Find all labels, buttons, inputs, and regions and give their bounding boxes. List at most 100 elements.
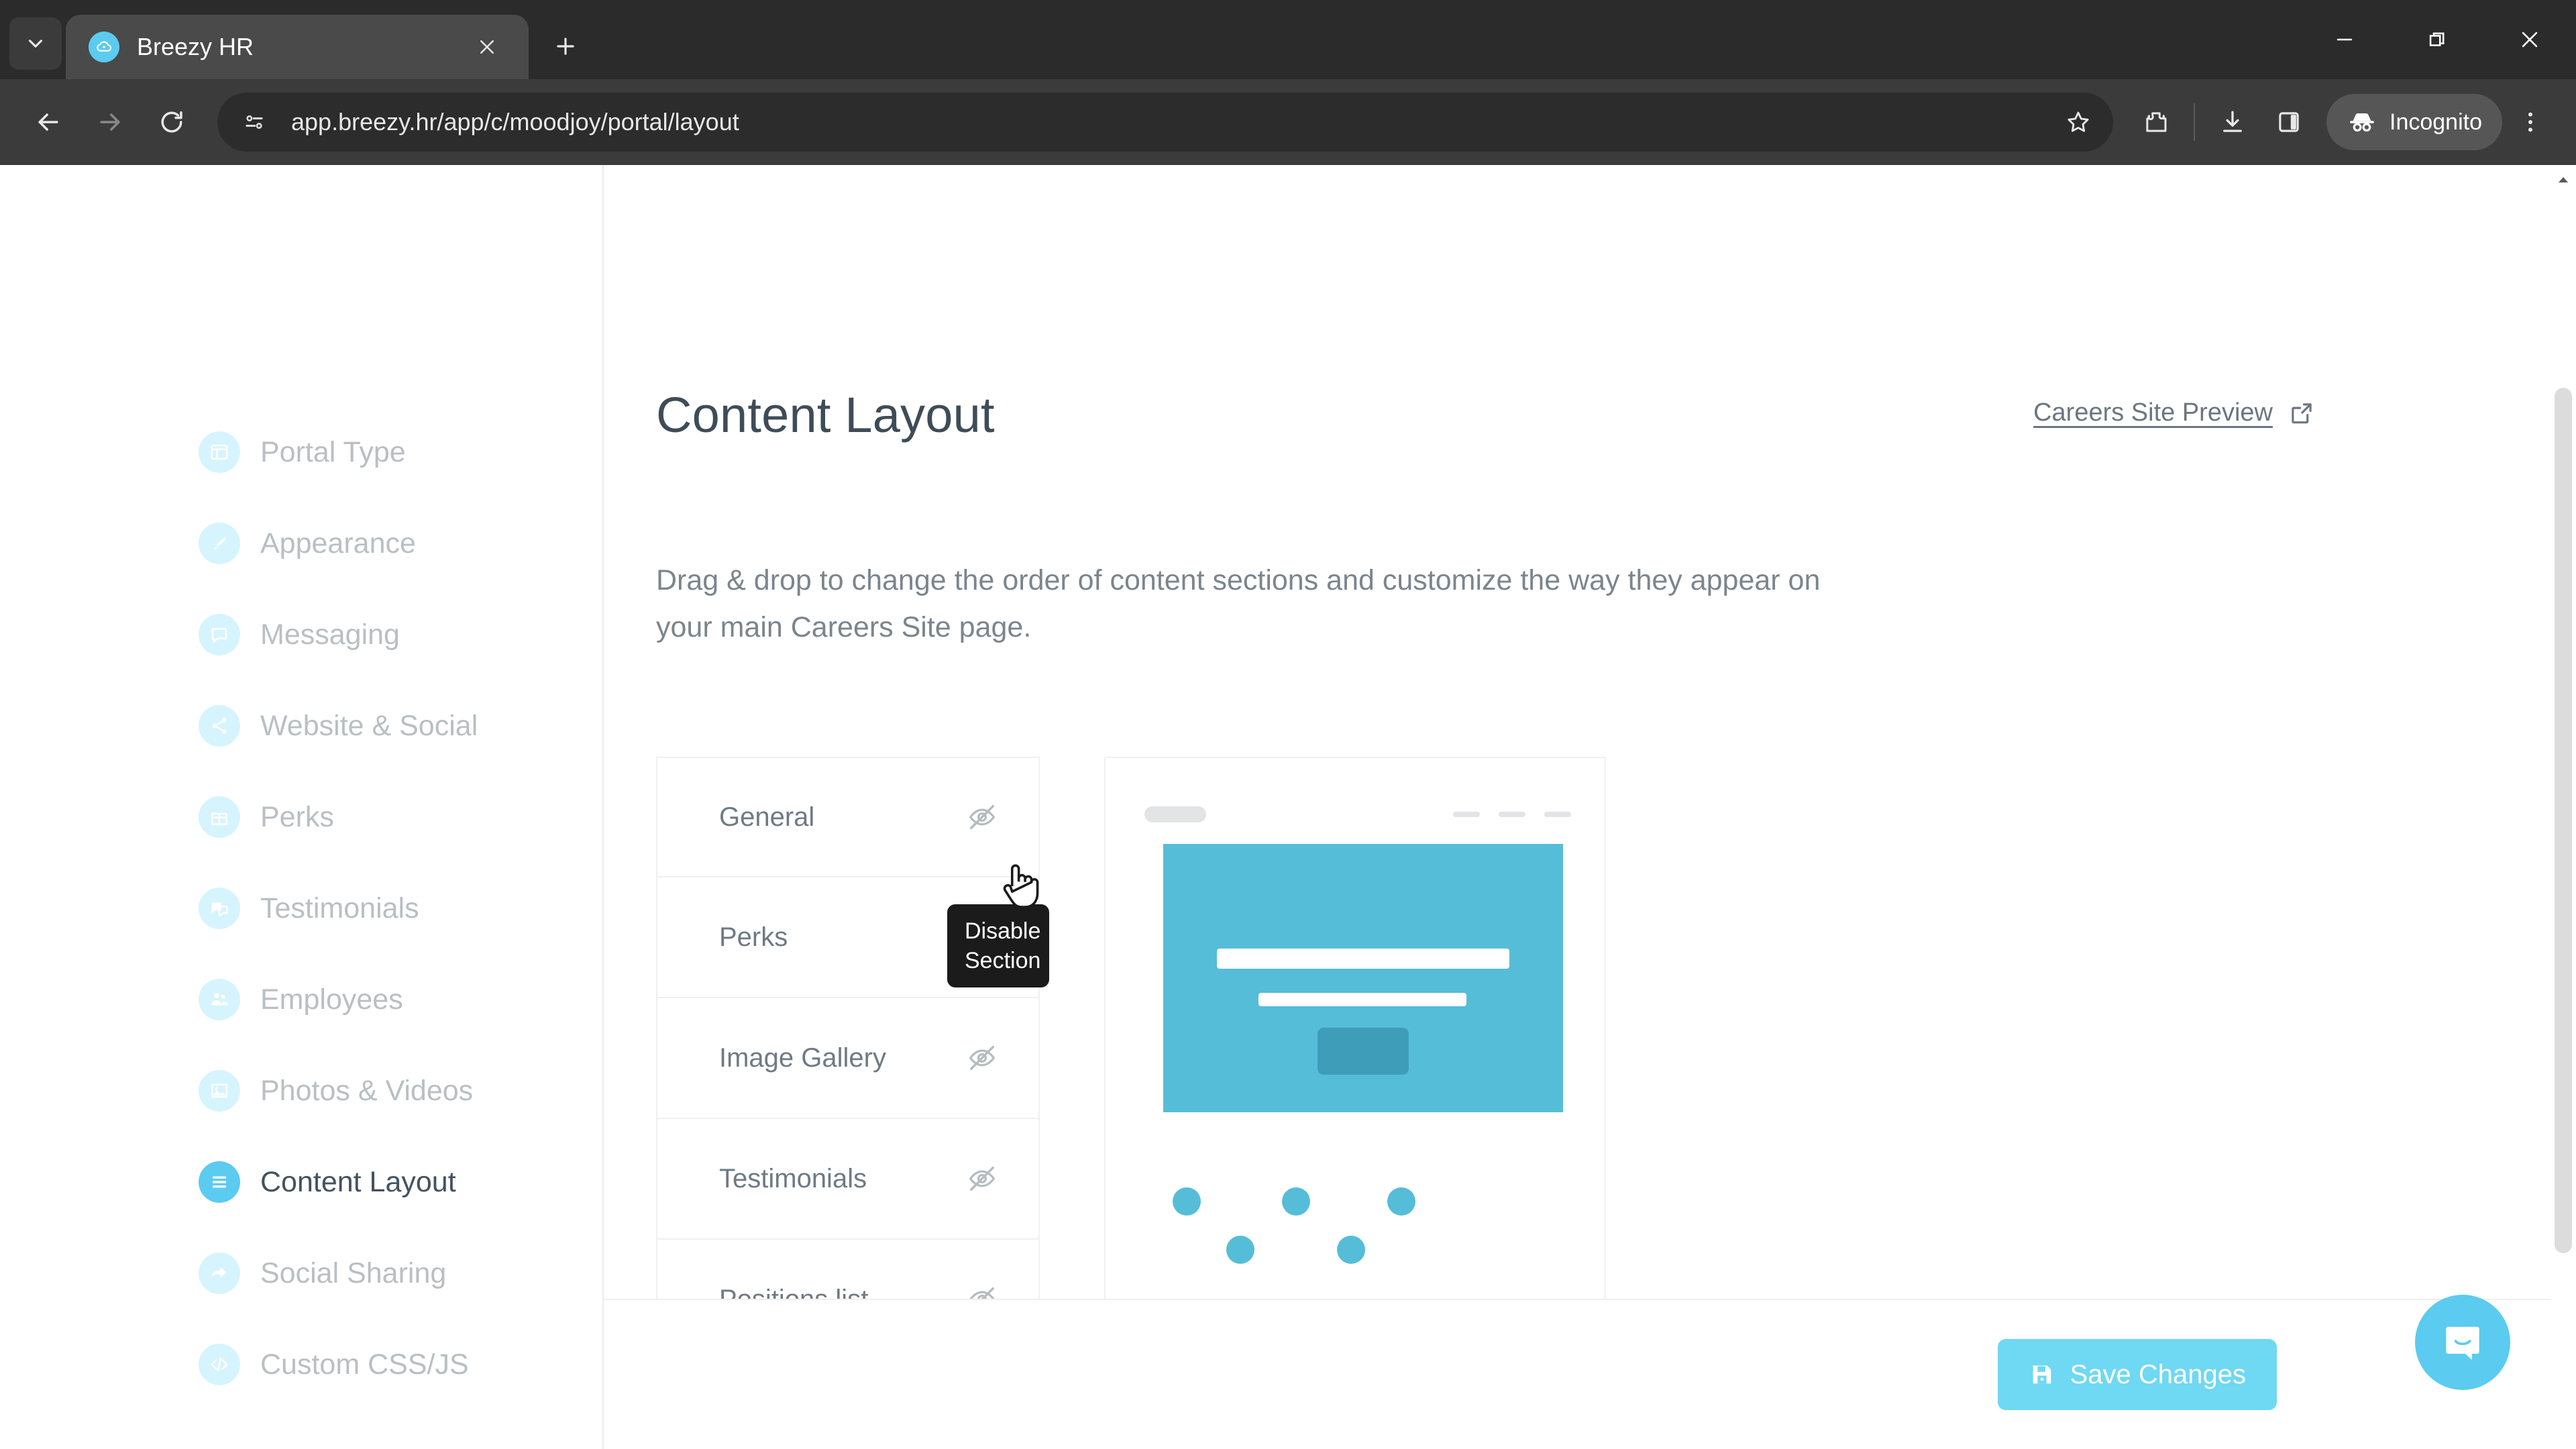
- code-icon: [199, 1344, 240, 1385]
- scroll-up-button[interactable]: [2551, 168, 2576, 192]
- section-label: General: [719, 802, 815, 832]
- image-icon: [199, 1070, 240, 1112]
- downloads-button[interactable]: [2204, 94, 2261, 150]
- sidebar-item-custom-css-js[interactable]: Custom CSS/JS: [199, 1319, 602, 1410]
- back-button[interactable]: [17, 91, 79, 153]
- eye-off-icon[interactable]: [963, 918, 1001, 956]
- gift-icon: [199, 796, 240, 838]
- extensions-button[interactable]: [2128, 94, 2184, 150]
- sidebar-item-label: Messaging: [260, 618, 400, 651]
- mock-dot: [1337, 1236, 1365, 1265]
- app-page: Portal Type Appearance Messaging Website…: [0, 165, 2551, 1449]
- sidebar-item-label: Perks: [260, 800, 334, 833]
- mock-cta-button: [1318, 1028, 1409, 1075]
- sidebar-item-appearance[interactable]: Appearance: [199, 498, 602, 589]
- sidebar-item-perks[interactable]: Perks: [199, 771, 602, 863]
- chat-bubble-icon: [2446, 1326, 2479, 1360]
- browser-window: Breezy HR app.breezy.hr/app/c/moodjoy/po…: [0, 0, 2576, 1449]
- page-settings-icon: [246, 115, 263, 129]
- address-bar[interactable]: app.breezy.hr/app/c/moodjoy/portal/layou…: [217, 93, 2113, 152]
- incognito-spy-icon: [2350, 113, 2374, 132]
- eye-off-icon[interactable]: [963, 1039, 1001, 1077]
- sidebar-item-employees[interactable]: Employees: [199, 954, 602, 1045]
- sidebar-item-label: Website & Social: [260, 709, 478, 742]
- maximize-button[interactable]: [2391, 0, 2483, 79]
- save-changes-button[interactable]: Save Changes: [1997, 1339, 2277, 1410]
- new-tab-button[interactable]: [539, 20, 592, 72]
- careers-site-preview-mock: [1104, 757, 1606, 1381]
- main-content: Content Layout Careers Site Preview Drag…: [604, 165, 2551, 1449]
- layout-editor: General Perks Image Gallery Testimonials: [656, 757, 2551, 1392]
- main-header: Content Layout Careers Site Preview: [656, 386, 2551, 443]
- toolbar-divider: [2194, 103, 2195, 141]
- star-icon: [2068, 111, 2089, 132]
- page-title: Content Layout: [656, 387, 995, 443]
- tab-close-button[interactable]: [468, 28, 506, 66]
- browser-toolbar: app.breezy.hr/app/c/moodjoy/portal/layou…: [0, 79, 2576, 165]
- careers-site-preview-label: Careers Site Preview: [2033, 398, 2273, 427]
- tab-search-button[interactable]: [9, 17, 62, 70]
- tab-title: Breezy HR: [137, 33, 254, 60]
- sidebar-item-label: Custom CSS/JS: [260, 1348, 469, 1381]
- share-arrow-icon: [199, 1252, 240, 1294]
- window-close-button[interactable]: [2483, 0, 2576, 79]
- tab-strip: Breezy HR: [0, 0, 2576, 79]
- sidebar-item-label: Portal Type: [260, 435, 406, 468]
- eye-off-icon[interactable]: [963, 798, 1001, 836]
- sidebar-item-label: Testimonials: [260, 892, 419, 924]
- incognito-indicator[interactable]: Incognito: [2326, 94, 2502, 150]
- side-panel-button[interactable]: [2261, 94, 2317, 150]
- section-row-general[interactable]: General: [656, 757, 1040, 878]
- page-scrollbar[interactable]: [2551, 165, 2576, 1449]
- mock-dot: [1282, 1187, 1310, 1216]
- sidebar-item-photos-videos[interactable]: Photos & Videos: [199, 1045, 602, 1136]
- site-info-button[interactable]: [232, 100, 276, 144]
- browser-tab[interactable]: Breezy HR: [66, 15, 529, 79]
- scrollbar-thumb[interactable]: [2555, 388, 2572, 1253]
- sidebar-item-social-sharing[interactable]: Social Sharing: [199, 1228, 602, 1319]
- sidebar-item-content-layout[interactable]: Content Layout: [199, 1136, 602, 1228]
- floppy-save-icon: [2033, 1365, 2051, 1384]
- breezy-cloud-icon: [89, 32, 119, 62]
- omnibox-actions: [2053, 97, 2104, 148]
- mock-subhead-bar: [1258, 993, 1466, 1007]
- settings-sidebar: Portal Type Appearance Messaging Website…: [0, 165, 604, 1449]
- reload-button[interactable]: [141, 91, 203, 153]
- restore-icon: [2429, 32, 2445, 46]
- sidebar-item-label: Content Layout: [260, 1165, 456, 1198]
- section-row-perks[interactable]: Perks: [656, 877, 1040, 999]
- minimize-button[interactable]: [2298, 0, 2391, 79]
- save-bar: Save Changes: [604, 1299, 2551, 1449]
- chrome-menu-button[interactable]: [2502, 94, 2559, 150]
- section-row-image-gallery[interactable]: Image Gallery: [656, 998, 1040, 1120]
- intercom-chat-launcher[interactable]: [2415, 1295, 2510, 1390]
- section-label: Testimonials: [719, 1163, 867, 1193]
- bookmark-button[interactable]: [2053, 97, 2104, 148]
- close-icon: [480, 40, 494, 54]
- chat-icon: [199, 614, 240, 655]
- external-link-icon: [2292, 402, 2312, 423]
- reload-icon: [161, 111, 182, 133]
- section-row-testimonials[interactable]: Testimonials: [656, 1119, 1040, 1240]
- section-label: Image Gallery: [719, 1042, 886, 1073]
- careers-site-preview-link[interactable]: Careers Site Preview: [2033, 398, 2316, 427]
- sidebar-item-label: Social Sharing: [260, 1256, 447, 1289]
- side-panel-icon: [2279, 112, 2299, 132]
- minimize-icon: [2337, 38, 2353, 41]
- mock-logo-placeholder: [1144, 806, 1206, 823]
- forward-button[interactable]: [79, 91, 141, 153]
- sidebar-item-website-social[interactable]: Website & Social: [199, 680, 602, 771]
- page-viewport: Portal Type Appearance Messaging Website…: [0, 165, 2576, 1449]
- mock-dot: [1226, 1236, 1254, 1265]
- section-label: Perks: [719, 922, 788, 952]
- url-text: app.breezy.hr/app/c/moodjoy/portal/layou…: [291, 108, 739, 136]
- page-description: Drag & drop to change the order of conte…: [656, 564, 1821, 643]
- window-controls: [2298, 0, 2576, 79]
- sidebar-item-portal-type[interactable]: Portal Type: [199, 407, 602, 498]
- arrow-back-icon: [38, 113, 58, 131]
- brush-icon: [199, 523, 240, 564]
- chevron-down-icon: [28, 40, 43, 48]
- eye-off-icon[interactable]: [963, 1160, 1001, 1197]
- sidebar-item-testimonials[interactable]: Testimonials: [199, 863, 602, 954]
- sidebar-item-messaging[interactable]: Messaging: [199, 589, 602, 680]
